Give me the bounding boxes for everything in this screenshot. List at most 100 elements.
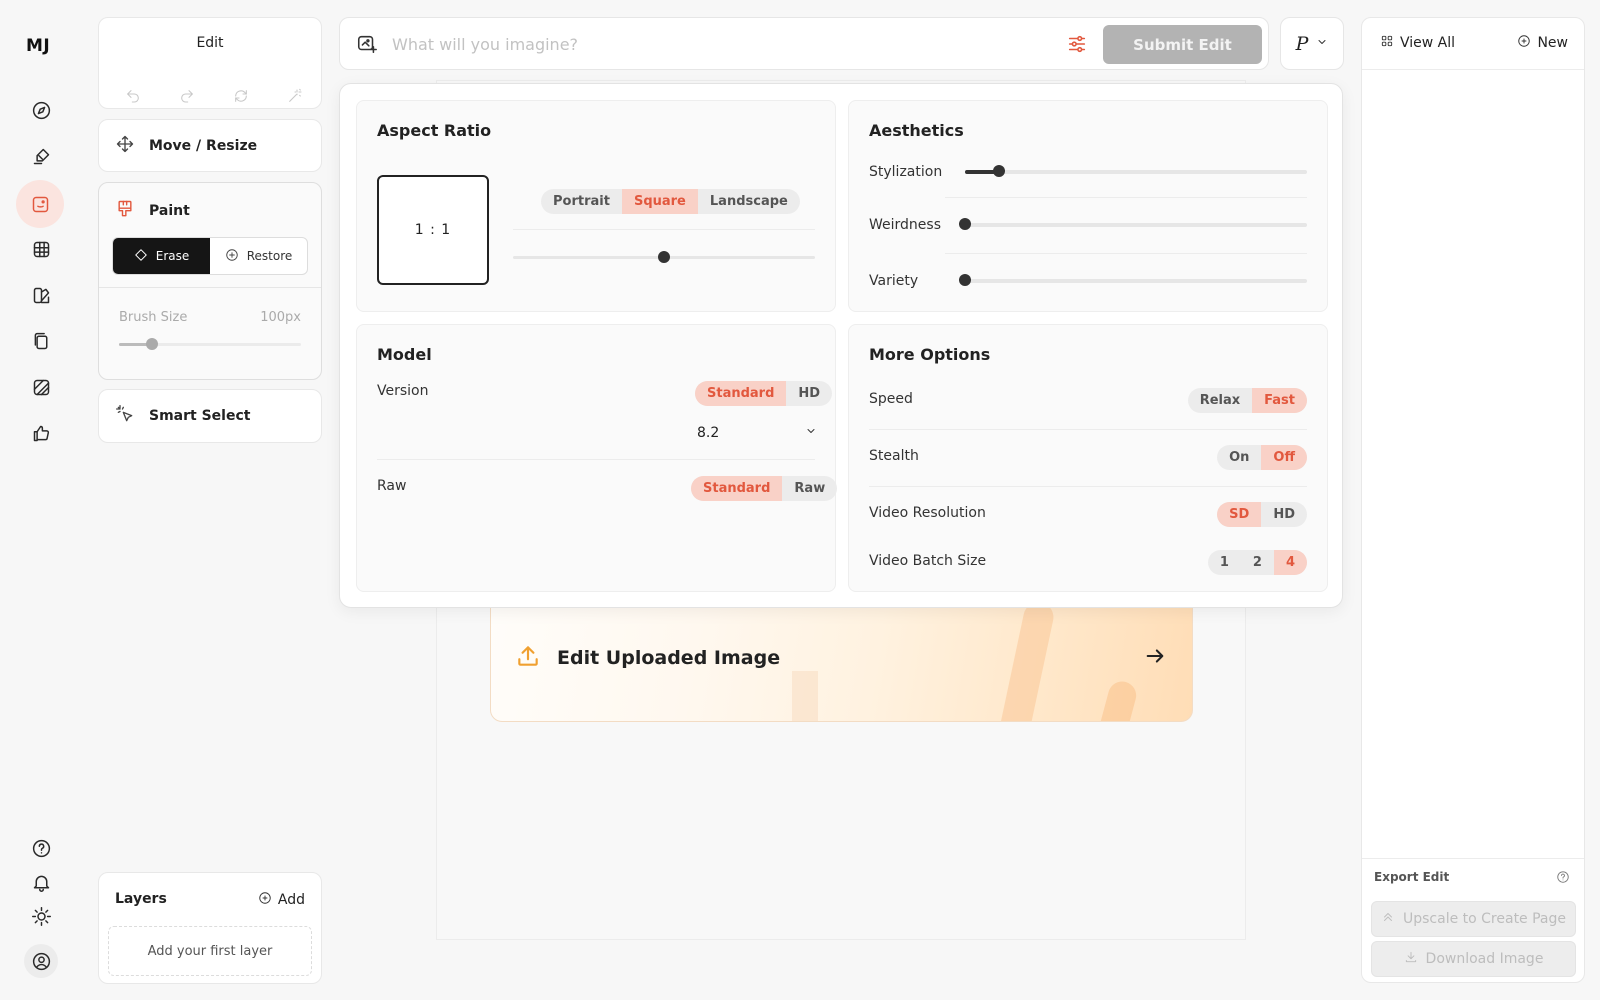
batch-size-4[interactable]: 4: [1273, 550, 1307, 575]
smart-select-tool[interactable]: Smart Select: [98, 389, 322, 443]
logo[interactable]: MJ: [26, 36, 50, 56]
download-label: Download Image: [1425, 951, 1544, 967]
palette-icon[interactable]: [24, 278, 58, 312]
add-image-icon[interactable]: [356, 33, 378, 59]
paint-brush-icon: [115, 199, 135, 223]
move-resize-tool[interactable]: Move / Resize: [98, 119, 322, 172]
move-arrows-icon: [115, 134, 135, 158]
add-layer-label: Add: [277, 892, 305, 908]
paint-label: Paint: [149, 203, 190, 219]
eraser-icon: [134, 248, 148, 265]
redo-icon[interactable]: [179, 88, 195, 108]
paint-tool[interactable]: Paint Erase Restore Brush Size 100px: [98, 182, 322, 380]
erase-button[interactable]: Erase: [113, 238, 210, 274]
divider: [869, 429, 1307, 430]
download-image-button[interactable]: Download Image: [1371, 941, 1576, 977]
right-panel: View All New Export Edit Upscale to Crea…: [1361, 17, 1585, 983]
stylization-handle[interactable]: [993, 165, 1006, 177]
aspect-option-square[interactable]: Square: [621, 189, 698, 214]
new-button[interactable]: New: [1517, 34, 1568, 52]
edit-frame-icon[interactable]: [16, 180, 64, 228]
help-icon[interactable]: [1556, 870, 1570, 888]
erase-restore-toggle: Erase Restore: [112, 237, 308, 275]
nav-rail: MJ: [0, 0, 82, 1000]
aspect-option-portrait[interactable]: Portrait: [541, 189, 622, 214]
edit-history-card: Edit: [98, 17, 322, 109]
help-icon[interactable]: [24, 831, 58, 865]
aspect-ratio-title: Aspect Ratio: [377, 121, 492, 140]
settings-sliders-icon[interactable]: [1066, 33, 1088, 59]
batch-size-2[interactable]: 2: [1241, 550, 1274, 575]
banner-decoration: [1096, 678, 1140, 721]
pages-icon[interactable]: [24, 324, 58, 358]
stealth-option-on[interactable]: On: [1217, 445, 1261, 470]
add-layer-button[interactable]: Add: [258, 891, 305, 909]
variety-handle[interactable]: [959, 274, 971, 286]
submit-edit-button[interactable]: Submit Edit: [1103, 25, 1262, 64]
stripes-icon[interactable]: [24, 370, 58, 404]
aspect-option-landscape[interactable]: Landscape: [698, 189, 800, 214]
stylization-slider[interactable]: [965, 165, 1307, 177]
personalize-select[interactable]: P: [1280, 17, 1344, 70]
view-all-label: View All: [1400, 35, 1456, 51]
settings-popover: Aspect Ratio 1 : 1 Portrait Square Lands…: [339, 83, 1343, 608]
divider: [945, 197, 1307, 198]
thumbs-up-icon[interactable]: [24, 416, 58, 450]
restore-button[interactable]: Restore: [210, 238, 307, 274]
move-resize-label: Move / Resize: [149, 137, 258, 154]
version-mode-standard[interactable]: Standard: [695, 381, 787, 406]
weirdness-row: Weirdness: [869, 199, 1307, 251]
aspect-ratio-handle[interactable]: [658, 251, 670, 263]
magic-icon[interactable]: [287, 88, 303, 108]
speed-label: Speed: [869, 391, 913, 407]
divider: [99, 287, 321, 288]
aspect-ratio-slider[interactable]: [513, 251, 815, 263]
sun-icon[interactable]: [24, 899, 58, 933]
divider: [377, 459, 815, 460]
brush-size-handle[interactable]: [145, 338, 158, 350]
edit-title: Edit: [196, 35, 224, 51]
version-select[interactable]: 8.2: [687, 421, 817, 445]
raw-option-standard[interactable]: Standard: [691, 476, 783, 501]
speed-option-relax[interactable]: Relax: [1188, 388, 1252, 413]
stylization-row: Stylization: [869, 146, 1307, 198]
raw-option-raw[interactable]: Raw: [782, 476, 837, 501]
variety-slider[interactable]: [959, 274, 1307, 286]
edit-uploaded-image-label: Edit Uploaded Image: [557, 647, 781, 669]
view-all-button[interactable]: View All: [1380, 34, 1455, 52]
smart-select-label: Smart Select: [149, 408, 251, 424]
grid-globe-icon[interactable]: [24, 232, 58, 266]
model-title: Model: [377, 345, 432, 364]
stealth-option-off[interactable]: Off: [1261, 445, 1307, 470]
version-mode-hd[interactable]: HD: [786, 381, 832, 406]
profile-icon[interactable]: [24, 944, 58, 978]
add-first-layer-dropzone[interactable]: Add your first layer: [108, 926, 312, 976]
right-panel-header: View All New: [1362, 18, 1584, 70]
banner-decoration: [792, 671, 952, 721]
speed-toggle: Relax Fast: [1187, 388, 1307, 413]
bell-icon[interactable]: [24, 865, 58, 899]
brush-size-value: 100px: [260, 310, 301, 325]
grid-icon: [1380, 34, 1394, 52]
compass-icon[interactable]: [24, 93, 58, 127]
reset-icon[interactable]: [233, 88, 249, 108]
stealth-label: Stealth: [869, 448, 919, 464]
version-label: Version: [377, 383, 429, 399]
video-resolution-toggle: SD HD: [1217, 502, 1307, 527]
video-resolution-sd[interactable]: SD: [1217, 502, 1262, 527]
divider: [1362, 858, 1584, 859]
weirdness-slider[interactable]: [959, 218, 1307, 230]
speed-option-fast[interactable]: Fast: [1252, 388, 1307, 413]
export-edit-label: Export Edit: [1374, 870, 1450, 884]
raw-label: Raw: [377, 478, 407, 494]
brush-size-slider[interactable]: [119, 338, 301, 350]
chevrons-up-icon: [1381, 910, 1395, 928]
upscale-button[interactable]: Upscale to Create Page: [1371, 901, 1576, 937]
weirdness-handle[interactable]: [959, 218, 971, 230]
batch-size-1[interactable]: 1: [1208, 550, 1241, 575]
video-resolution-hd[interactable]: HD: [1261, 502, 1307, 527]
brush-icon[interactable]: [24, 139, 58, 173]
prompt-input[interactable]: [392, 32, 992, 56]
undo-icon[interactable]: [125, 88, 141, 108]
aesthetics-title: Aesthetics: [869, 121, 964, 140]
